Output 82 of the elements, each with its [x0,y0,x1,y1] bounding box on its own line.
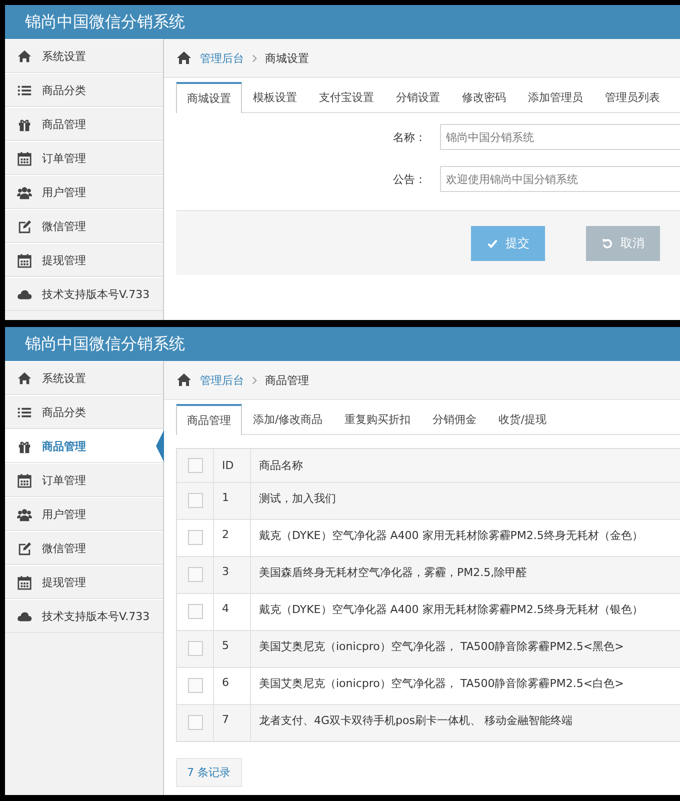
breadcrumb-current: 商城设置 [265,50,309,66]
calendar-icon [17,150,32,166]
calendar-icon [17,472,32,488]
sidebar-item[interactable]: 商品分类 [5,395,163,429]
checkbox[interactable] [188,530,203,545]
home-icon [176,50,192,66]
sidebar-item[interactable]: 提现管理 [5,565,163,599]
table-cell: 戴克（DYKE）空气净化器 A400 家用无耗材除雾霾PM2.5终身无耗材（金色） [259,528,643,543]
table-cell: 戴克（DYKE）空气净化器 A400 家用无耗材除雾霾PM2.5终身无耗材（银色） [259,602,643,617]
table-cell: 美国艾奥尼克（ionicpro）空气净化器， TA500静音除雾霾PM2.5<白色> [259,676,624,691]
table-cell: 测试，加入我们 [259,491,336,506]
table-cell: 7 [222,713,229,726]
breadcrumb-link[interactable]: 管理后台 [200,372,244,388]
edit-icon [17,218,32,234]
sidebar-item[interactable]: 商品管理 [5,107,163,141]
sidebar-item[interactable]: 系统设置 [5,39,163,73]
calendar-icon [17,252,32,268]
table-cell: 6 [222,676,229,689]
tab[interactable]: 商城设置 [176,82,242,113]
checkbox[interactable] [188,715,203,730]
column-header: 商品名称 [259,458,303,473]
sidebar-item[interactable]: 技术支持版本号V.733 [5,277,163,311]
tab[interactable]: 收货/提现 [488,404,558,434]
sidebar-item[interactable]: 提现管理 [5,243,163,277]
chevron-icon [252,54,257,62]
checkbox[interactable] [188,567,203,582]
app-title: 锦尚中国微信分销系统 [25,12,185,32]
pointer-icon [156,430,164,462]
sidebar-item[interactable]: 系统设置 [5,361,163,395]
edit-icon [17,540,32,556]
record-count: 7 条记录 [176,758,242,787]
table-cell: 1 [222,491,229,504]
tab[interactable]: 修改密码 [451,82,517,112]
users-icon [17,184,32,200]
tab[interactable]: 管理员列表 [594,82,671,112]
sidebar-item[interactable]: 微信管理 [5,531,163,565]
table-cell: 5 [222,639,229,652]
table-cell: 4 [222,602,229,615]
sidebar-item[interactable]: 商品分类 [5,73,163,107]
home-icon [176,372,192,388]
tab[interactable]: 支付宝设置 [308,82,385,112]
sidebar-item[interactable]: 订单管理 [5,141,163,175]
table-cell: 3 [222,565,229,578]
input-field[interactable]: 锦尚中国分销系统 [440,124,680,150]
sidebar-item[interactable]: 微信管理 [5,209,163,243]
tab[interactable]: 添加/修改商品 [242,404,334,434]
sidebar-item[interactable]: 商品管理 [5,429,163,463]
tab[interactable]: 分销设置 [385,82,451,112]
tab[interactable]: 重复购买折扣 [334,404,422,434]
app-title: 锦尚中国微信分销系统 [25,334,185,354]
tab[interactable]: 分销佣金 [422,404,488,434]
checkbox[interactable] [188,641,203,656]
table-cell: 2 [222,528,229,541]
field-label: 公告： [392,172,427,186]
input-field[interactable]: 欢迎使用锦尚中国分销系统 [440,166,680,192]
breadcrumb-link[interactable]: 管理后台 [200,50,244,66]
home-icon [17,370,32,386]
tab[interactable]: 商品管理 [176,404,242,435]
table-cell: 美国森盾终身无耗材空气净化器，雾霾，PM2.5,除甲醛 [259,565,528,580]
sidebar-item[interactable]: 技术支持版本号V.733 [5,599,163,633]
undo-icon [602,238,612,248]
home-icon [17,48,32,64]
sidebar-item[interactable]: 用户管理 [5,497,163,531]
sidebar-item[interactable]: 订单管理 [5,463,163,497]
sidebar-item[interactable]: 用户管理 [5,175,163,209]
users-icon [17,506,32,522]
checkbox[interactable] [188,458,203,473]
gift-icon [17,438,32,454]
tab[interactable]: 添加管理员 [517,82,594,112]
field-label: 名称： [392,130,427,144]
checkbox[interactable] [188,493,203,508]
checkbox[interactable] [188,678,203,693]
check-icon [486,238,498,248]
chevron-icon [252,376,257,384]
breadcrumb-current: 商品管理 [265,372,309,388]
calendar-icon [17,574,32,590]
gift-icon [17,116,32,132]
checkbox[interactable] [188,604,203,619]
table-cell: 龙者支付、4G双卡双待手机pos刷卡一体机、 移动金融智能终端 [259,713,572,728]
table-cell: 美国艾奥尼克（ionicpro）空气净化器， TA500静音除雾霾PM2.5<黑色> [259,639,624,654]
tab[interactable]: 模板设置 [242,82,308,112]
column-header: ID [222,459,234,472]
